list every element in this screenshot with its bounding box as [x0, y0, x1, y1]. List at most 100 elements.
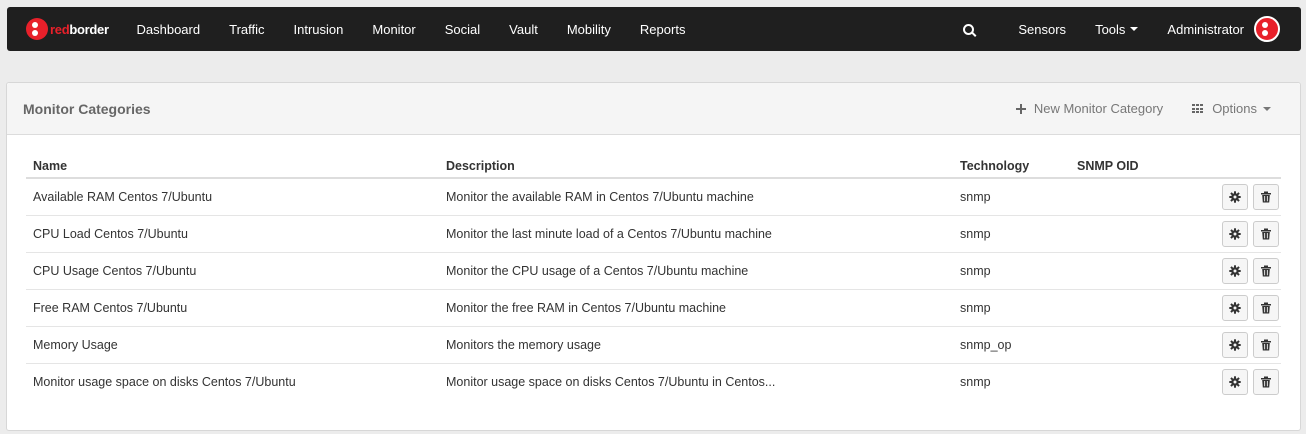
nav-mobility[interactable]: Mobility — [552, 7, 625, 51]
cell-description: Monitor the last minute load of a Centos… — [439, 215, 953, 253]
gear-icon — [1229, 227, 1241, 240]
column-header-actions — [1210, 154, 1281, 179]
brand-logo-link[interactable]: redborder — [26, 18, 122, 40]
page-title: Monitor Categories — [23, 100, 151, 117]
monitor-categories-table: Name Description Technology SNMP OID Ava… — [26, 154, 1281, 400]
cell-snmp-oid — [1070, 252, 1210, 290]
chevron-down-icon — [1263, 106, 1271, 111]
cell-name: Memory Usage — [26, 326, 439, 364]
nav-monitor[interactable]: Monitor — [358, 7, 430, 51]
cell-name: CPU Usage Centos 7/Ubuntu — [26, 252, 439, 290]
brand-name: redborder — [50, 21, 109, 37]
edit-button[interactable] — [1222, 257, 1248, 284]
gear-icon — [1229, 301, 1241, 314]
column-header-description[interactable]: Description — [439, 154, 953, 179]
cell-technology: snmp — [953, 289, 1070, 327]
cell-snmp-oid — [1070, 215, 1210, 253]
cell-name: Monitor usage space on disks Centos 7/Ub… — [33, 374, 296, 389]
cell-description: Monitor the available RAM in Centos 7/Ub… — [439, 178, 953, 216]
redborder-avatar-icon[interactable] — [1254, 16, 1280, 42]
column-header-snmp-oid[interactable]: SNMP OID — [1070, 154, 1210, 179]
cell-actions — [1210, 178, 1281, 216]
gear-icon — [1229, 191, 1241, 203]
edit-button[interactable] — [1222, 331, 1248, 358]
trash-icon — [1261, 302, 1271, 313]
delete-button[interactable] — [1253, 257, 1279, 284]
table-header-row: Name Description Technology SNMP OID — [26, 154, 1281, 179]
cell-actions — [1210, 363, 1281, 400]
plus-icon — [1015, 103, 1026, 114]
table-row: Free RAM Centos 7/Ubuntu Monitor the fre… — [26, 289, 1281, 327]
user-menu[interactable]: Administrator — [1153, 16, 1280, 42]
edit-button[interactable] — [1222, 294, 1248, 321]
trash-icon — [1261, 376, 1271, 388]
edit-button[interactable] — [1222, 183, 1248, 210]
chevron-down-icon — [1130, 27, 1139, 31]
delete-button[interactable] — [1253, 183, 1279, 210]
nav-vault[interactable]: Vault — [495, 7, 553, 51]
user-name[interactable]: Administrator — [1153, 22, 1254, 37]
top-navbar: redborder Dashboard Traffic Intrusion Mo… — [7, 7, 1301, 51]
panel-header: Monitor Categories New Monitor Category … — [7, 83, 1300, 135]
delete-button[interactable] — [1253, 368, 1279, 395]
column-header-technology[interactable]: Technology — [953, 154, 1070, 179]
nav-dashboard[interactable]: Dashboard — [122, 7, 215, 51]
cell-snmp-oid — [1070, 363, 1210, 400]
trash-icon — [1261, 228, 1271, 239]
table-row: Monitor usage space on disks Centos 7/Ub… — [26, 363, 1281, 400]
cell-description: Monitor the CPU usage of a Centos 7/Ubun… — [439, 252, 953, 290]
cell-technology: snmp — [960, 374, 991, 389]
table-row: Memory Usage Monitors the memory usage s… — [26, 326, 1281, 364]
options-dropdown[interactable]: Options — [1192, 101, 1271, 116]
nav-right: Sensors Tools Administrator — [962, 7, 1301, 51]
trash-icon — [1261, 191, 1271, 203]
gear-icon — [1229, 264, 1241, 277]
cell-technology: snmp_op — [953, 326, 1070, 364]
column-header-name[interactable]: Name — [26, 154, 439, 179]
redborder-logo-icon — [26, 18, 48, 40]
cell-snmp-oid — [1070, 289, 1210, 327]
cell-technology: snmp — [953, 252, 1070, 290]
trash-icon — [1261, 265, 1271, 276]
cell-description: Monitor usage space on disks Centos 7/Ub… — [446, 374, 776, 389]
table-row: CPU Usage Centos 7/Ubuntu Monitor the CP… — [26, 252, 1281, 290]
edit-button[interactable] — [1222, 220, 1248, 247]
new-monitor-category-button[interactable]: New Monitor Category — [1015, 101, 1164, 116]
cell-name: CPU Load Centos 7/Ubuntu — [26, 215, 439, 253]
trash-icon — [1261, 339, 1271, 350]
grid-icon — [1192, 104, 1204, 113]
cell-description: Monitors the memory usage — [439, 326, 953, 364]
delete-button[interactable] — [1253, 294, 1279, 321]
cell-name: Free RAM Centos 7/Ubuntu — [26, 289, 439, 327]
cell-technology: snmp — [953, 215, 1070, 253]
nav-traffic[interactable]: Traffic — [215, 7, 279, 51]
table-row: CPU Load Centos 7/Ubuntu Monitor the las… — [26, 215, 1281, 253]
nav-tools-dropdown[interactable]: Tools — [1081, 7, 1153, 51]
gear-icon — [1229, 376, 1241, 388]
gear-icon — [1229, 338, 1241, 351]
edit-button[interactable] — [1222, 368, 1248, 395]
nav-social[interactable]: Social — [430, 7, 494, 51]
delete-button[interactable] — [1253, 220, 1279, 247]
nav-reports[interactable]: Reports — [625, 7, 700, 51]
monitor-categories-panel: Monitor Categories New Monitor Category … — [6, 82, 1301, 431]
cell-actions — [1210, 215, 1281, 253]
nav-tools-label: Tools — [1095, 21, 1126, 37]
search-icon[interactable] — [962, 23, 974, 35]
new-monitor-category-label: New Monitor Category — [1033, 101, 1164, 116]
nav-intrusion[interactable]: Intrusion — [279, 7, 358, 51]
cell-actions — [1210, 252, 1281, 290]
cell-actions — [1210, 326, 1281, 364]
table-body: Available RAM Centos 7/Ubuntu Monitor th… — [26, 178, 1281, 400]
table-row: Available RAM Centos 7/Ubuntu Monitor th… — [26, 178, 1281, 216]
cell-technology: snmp — [953, 178, 1070, 216]
cell-snmp-oid — [1070, 326, 1210, 364]
nav-sensors[interactable]: Sensors — [1004, 7, 1081, 51]
main-nav: Dashboard Traffic Intrusion Monitor Soci… — [122, 7, 700, 51]
cell-snmp-oid — [1070, 178, 1210, 216]
delete-button[interactable] — [1253, 331, 1279, 358]
panel-actions: New Monitor Category Options — [1015, 101, 1271, 116]
cell-actions — [1210, 289, 1281, 327]
cell-name: Available RAM Centos 7/Ubuntu — [26, 178, 439, 216]
options-label: Options — [1212, 101, 1257, 116]
